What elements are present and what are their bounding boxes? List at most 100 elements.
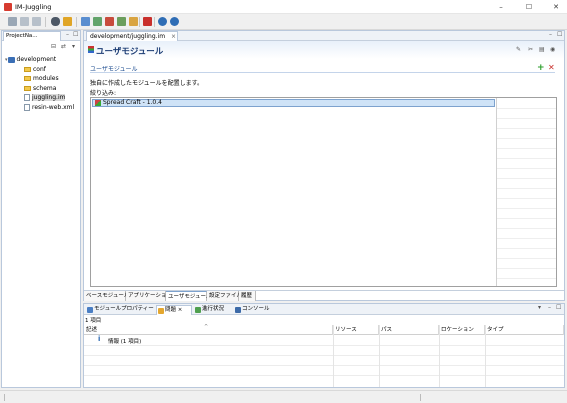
bottom-views-panel: モジュールプロパティー 問題 ⨯ 進行状況 コンソール ▾ – ☐ 1 項目 記… [83,303,565,388]
title-bar: IM-Juggling – ☐ ✕ [0,0,567,14]
toolbar-separator [154,17,155,27]
project-navigator-panel: ProjectNa... – ☐ ⊟ ⇄ ▾ ▾ development conf… [1,30,81,388]
list-grid-line [497,268,556,269]
tab-juggling-im[interactable]: development/juggling.im ⨯ [86,31,178,41]
tab-user-modules[interactable]: ユーザモジュール [166,291,212,301]
tree-item-modules[interactable]: modules [5,74,79,84]
maximize-button[interactable]: ☐ [520,1,538,13]
column-location[interactable]: ロケーション [439,325,485,335]
tree-item-resin-web-xml[interactable]: resin-web.xml [5,103,79,113]
minimize-view-icon[interactable]: – [548,304,551,311]
add-module-icon[interactable]: + [537,64,545,73]
preview-icon[interactable]: ◉ [550,46,555,53]
remove-module-icon[interactable]: ✕ [548,64,555,72]
wand-icon[interactable]: ✎ [516,46,521,53]
tab-module-properties[interactable]: モジュールプロパティー [86,305,156,315]
save-all-icon[interactable] [20,17,29,26]
items-count: 1 項目 [85,318,102,324]
toolbar-separator [76,17,77,27]
upload-icon[interactable] [105,17,114,26]
view-menu-icon[interactable]: ▾ [538,304,541,311]
module-name: Spread Craft - 1.0.4 [103,99,162,106]
column-description[interactable]: 記述 ^ [84,324,333,335]
new-file-icon[interactable] [81,17,90,26]
table-column-line [439,325,440,387]
tab-progress[interactable]: 進行状況 [194,305,232,315]
link-editor-icon[interactable]: ⇄ [61,43,66,50]
collapse-all-icon[interactable]: ⊟ [51,43,56,50]
status-bar [0,390,567,403]
print-icon[interactable] [32,17,41,26]
navigator-tabbar: ProjectNa... – ☐ [2,31,80,41]
bottom-tabbar: モジュールプロパティー 問題 ⨯ 進行状況 コンソール ▾ – ☐ [84,304,564,315]
tab-console[interactable]: コンソール [234,305,274,315]
maximize-view-icon[interactable]: ☐ [557,31,562,38]
minimize-button[interactable]: – [492,1,510,13]
minimize-view-icon[interactable]: – [549,31,552,38]
editor-tabbar: development/juggling.im ⨯ – ☐ [84,31,564,41]
row-description: 情報 (1 項目) [108,339,142,345]
document-icon[interactable]: ▤ [539,46,545,53]
folder-icon [24,76,31,81]
list-grid-line [497,238,556,239]
section-divider [90,72,555,73]
server-icon[interactable] [51,17,60,26]
minimize-view-icon[interactable]: – [66,31,69,38]
deploy-icon[interactable] [63,17,72,26]
form-header: ユーザモジュール ✎ ✂ ▤ ◉ [84,41,564,59]
close-button[interactable]: ✕ [547,1,565,13]
view-menu-icon[interactable]: ▾ [72,43,75,50]
tab-problems[interactable]: 問題 ⨯ [156,305,192,315]
list-grid-line [497,278,556,279]
tab-base-modules[interactable]: ベースモジュール [84,291,129,301]
info-icon: i [98,335,101,343]
list-grid-line [497,128,556,129]
close-tab-icon[interactable]: ⨯ [171,33,176,40]
table-row[interactable]: › i 情報 (1 項目) [84,335,564,346]
folder-icon [24,66,31,72]
column-resource[interactable]: リソース [333,325,379,335]
module-list[interactable]: Spread Craft - 1.0.4 [90,97,557,287]
progress-icon [195,307,201,313]
tab-project-navigator[interactable]: ProjectNa... [3,31,61,41]
table-grid-line [84,375,564,376]
tab-config-files[interactable]: 設定ファイル [207,291,242,301]
help-icon[interactable] [158,17,167,26]
list-grid-line [497,178,556,179]
export-icon[interactable] [117,17,126,26]
list-grid-line [497,188,556,189]
problems-table-header: 記述 ^ リソース パス ロケーション タイプ [84,324,564,335]
module-list-icon [88,46,94,53]
maximize-view-icon[interactable]: ☐ [556,304,561,311]
save-icon[interactable] [8,17,17,26]
tab-applications[interactable]: アプリケーション [126,291,172,301]
editor-tab-label: development/juggling.im [90,33,166,40]
list-grid-line [497,168,556,169]
tree-item-schema[interactable]: schema [5,84,79,94]
window-title: IM-Juggling [15,3,52,11]
filter-label: 絞り込み: [90,90,117,97]
table-grid-line [84,345,564,346]
main-toolbar [0,14,567,30]
delete-icon[interactable] [143,17,152,26]
editor-page-tabs: ベースモジュール アプリケーション ユーザモジュール 設定ファイル 履歴 [84,290,564,301]
maximize-view-icon[interactable]: ☐ [73,31,78,38]
list-grid-line [497,118,556,119]
new-folder-icon[interactable] [93,17,102,26]
sort-ascending-icon: ^ [204,324,209,330]
tools-icon[interactable]: ✂ [528,46,533,53]
console-icon [235,307,241,313]
table-grid-line [84,365,564,366]
stop-icon[interactable] [129,17,138,26]
list-grid-line [497,108,556,109]
tree-item-conf[interactable]: conf [5,65,79,75]
column-path[interactable]: パス [379,325,439,335]
column-type[interactable]: タイプ [485,325,564,335]
info-icon[interactable] [170,17,179,26]
tree-item-development[interactable]: ▾ development [5,55,79,65]
tree-item-juggling-im[interactable]: juggling.im [5,93,79,103]
properties-icon [87,307,93,313]
tab-history[interactable]: 履歴 [239,291,256,301]
list-grid-line [497,138,556,139]
list-item[interactable]: Spread Craft - 1.0.4 [92,99,495,107]
